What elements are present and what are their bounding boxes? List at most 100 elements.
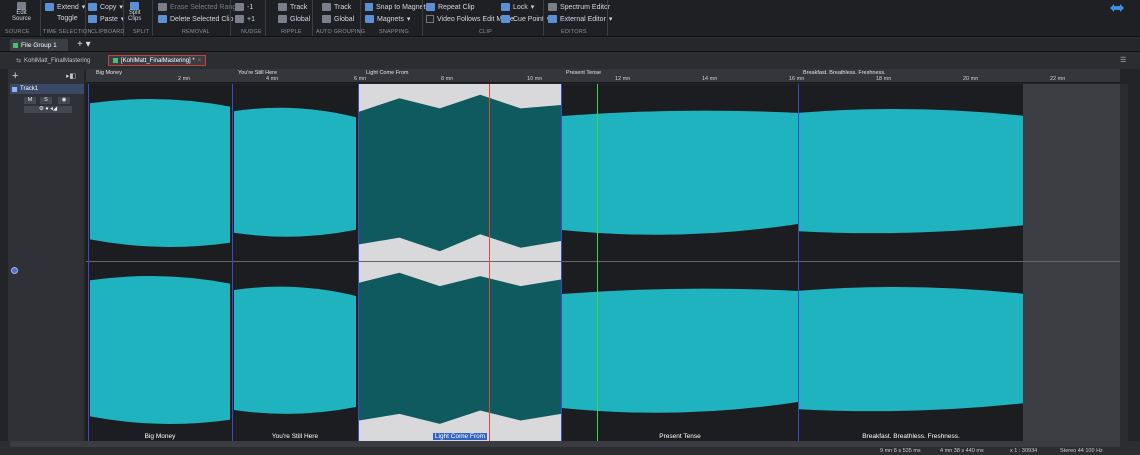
delete-clip-icon <box>158 15 167 23</box>
external-editor-button[interactable]: External Editor ▾ <box>548 15 612 23</box>
audio-clip-selected[interactable]: Light Come From <box>359 84 561 441</box>
waveform-bottom <box>90 276 230 424</box>
track-tools-icon[interactable]: ⚙ ● ◂◢ <box>24 106 72 113</box>
panel-menu-icon[interactable]: ☰ <box>1120 56 1126 64</box>
group-label-ripple: RIPPLE <box>281 29 302 35</box>
add-track-icon[interactable]: + <box>12 70 18 82</box>
copy-icon <box>88 3 97 11</box>
ribbon-group-labels: SOURCE TIME SELECTION CLIPBOARD SPLIT RE… <box>0 29 1140 37</box>
nudge-plus-button[interactable]: +1 <box>235 15 255 23</box>
ruler-tick: 10 mn <box>527 76 543 82</box>
montage-area: + ▸◧ Track1 M S ◉ ⚙ ● ◂◢ 2 mn 4 mn 6 mn … <box>0 69 1140 441</box>
file-tab[interactable]: ⇆ KohlMatt_FinalMastering <box>12 55 94 66</box>
marker-line[interactable] <box>561 84 562 441</box>
edit-cursor[interactable] <box>597 84 598 441</box>
group-label-auto-grouping: AUTO GROUPING <box>316 29 366 35</box>
toggle-button[interactable]: Toggle <box>45 15 78 22</box>
ripple-global-icon <box>278 15 287 23</box>
ripple-track-button[interactable]: Track <box>278 3 307 11</box>
ruler-tick: 2 mn <box>178 76 191 82</box>
group-label-editors: EDITORS <box>561 29 587 35</box>
montage-icon: ⇆ <box>16 58 22 64</box>
monitor-eye-icon[interactable]: ◉ <box>58 97 70 104</box>
spectrum-icon <box>548 3 557 11</box>
marker-line[interactable] <box>358 84 359 441</box>
split-icon <box>130 2 140 10</box>
paste-icon <box>88 15 97 23</box>
spectrum-editor-button[interactable]: Spectrum Editor <box>548 3 610 11</box>
ruler-tick: 6 mn <box>354 76 367 82</box>
audio-format-text[interactable]: Stereo 44 100 Hz <box>1060 448 1103 454</box>
extend-button[interactable]: Extend ▾ <box>45 3 85 11</box>
horizontal-scrollbar[interactable] <box>10 441 1120 447</box>
status-bar: 9 mn 8 s 535 ms 4 mn 38 s 440 ms x 1 : 3… <box>0 448 1140 455</box>
audio-clip[interactable]: Big Money <box>90 84 230 441</box>
marker-line[interactable] <box>88 84 89 441</box>
marker-line[interactable] <box>798 84 799 441</box>
marker-label[interactable]: Big Money <box>96 70 122 76</box>
erase-selected-range-button[interactable]: Erase Selected Range <box>158 3 240 11</box>
file-tab-active[interactable]: [KohlMatt_FinalMastering] * × <box>108 55 207 66</box>
ribbon-toolbar: Edit Source Extend▾ Toggle Copy▾ Paste▾ … <box>0 0 1140 37</box>
snap-to-magnets-checkbox[interactable]: Snap to Magnets <box>365 3 429 11</box>
delete-selected-clip-button[interactable]: Delete Selected Clip▾ <box>158 15 240 23</box>
empty-lane-region <box>1023 84 1120 441</box>
group-label-removal: REMOVAL <box>182 29 210 35</box>
track-lane[interactable]: Big Money You're Still Here Light Come F… <box>86 84 1120 441</box>
marker-label[interactable]: You're Still Here <box>238 70 277 76</box>
solo-button[interactable]: S <box>40 97 52 104</box>
clip-title: Big Money <box>144 433 176 440</box>
track-header[interactable]: Track1 <box>10 84 84 94</box>
add-group-icon[interactable]: + ▾ <box>77 39 91 50</box>
repeat-clip-button[interactable]: Repeat Clip <box>426 3 475 11</box>
copy-button[interactable]: Copy ▾ <box>88 3 123 11</box>
waveform-bottom <box>799 286 1023 412</box>
waveform-top <box>799 108 1023 234</box>
marker-line[interactable] <box>232 84 233 441</box>
track-status-icon <box>12 86 17 92</box>
split-clips-button[interactable]: Split Clips <box>128 2 141 22</box>
time-ruler[interactable]: 2 mn 4 mn 6 mn 8 mn 10 mn 12 mn 14 mn 16… <box>86 69 1120 83</box>
zoom-level-text[interactable]: x 1 : 30934 <box>1010 448 1037 454</box>
playhead-cursor[interactable] <box>489 84 490 441</box>
cue-point-icon <box>501 15 510 23</box>
magnets-button[interactable]: Magnets ▾ <box>365 15 410 23</box>
audio-clip[interactable]: You're Still Here <box>234 84 356 441</box>
file-group-tabbar: File Group 1 + ▾ <box>0 38 1140 52</box>
clip-title: Breakfast. Breathless. Freshness. <box>862 433 960 440</box>
track-marker-icon[interactable] <box>11 267 18 274</box>
mute-button[interactable]: M <box>24 97 36 104</box>
vertical-scrollbar[interactable] <box>1120 84 1128 441</box>
marker-label[interactable]: Present Tense <box>566 70 601 76</box>
selection-length-text: 4 mn 38 s 440 ms <box>940 448 984 454</box>
group-track-button[interactable]: Track <box>322 3 351 11</box>
group-global-button[interactable]: Global <box>322 15 354 23</box>
group-global-icon <box>322 15 331 23</box>
group-label-nudge: NUDGE <box>241 29 262 35</box>
ripple-track-icon <box>278 3 287 11</box>
file-group-tab[interactable]: File Group 1 <box>10 39 68 51</box>
nudge-right-icon <box>235 15 244 23</box>
app-logo-icon <box>1110 4 1124 12</box>
ruler-tick: 14 mn <box>702 76 718 82</box>
track-options-icon[interactable]: ▸◧ <box>66 72 76 80</box>
clip-title: You're Still Here <box>271 433 319 440</box>
marker-label[interactable]: Breakfast. Breathless. Freshness. <box>803 70 886 76</box>
audio-clip[interactable]: Breakfast. Breathless. Freshness. <box>799 84 1023 441</box>
ruler-tick: 12 mn <box>615 76 631 82</box>
ruler-tick: 22 mn <box>1050 76 1066 82</box>
lock-button[interactable]: Lock ▾ <box>501 3 534 11</box>
nudge-minus-button[interactable]: -1 <box>235 3 253 11</box>
edit-source-button[interactable]: Edit Source <box>12 2 31 22</box>
ripple-global-button[interactable]: Global <box>278 15 310 23</box>
file-tabbar: ⇆ KohlMatt_FinalMastering [KohlMatt_Fina… <box>0 55 1140 67</box>
marker-label[interactable]: Light Come From <box>366 70 409 76</box>
paste-button[interactable]: Paste▾ <box>88 15 124 23</box>
magnet-icon <box>365 15 374 23</box>
checkbox-checked-icon <box>365 3 373 11</box>
waveform-bottom <box>359 272 561 424</box>
group-label-split: SPLIT <box>133 29 150 35</box>
close-tab-icon[interactable]: × <box>198 58 202 64</box>
lock-icon <box>501 3 510 11</box>
group-track-icon <box>322 3 331 11</box>
